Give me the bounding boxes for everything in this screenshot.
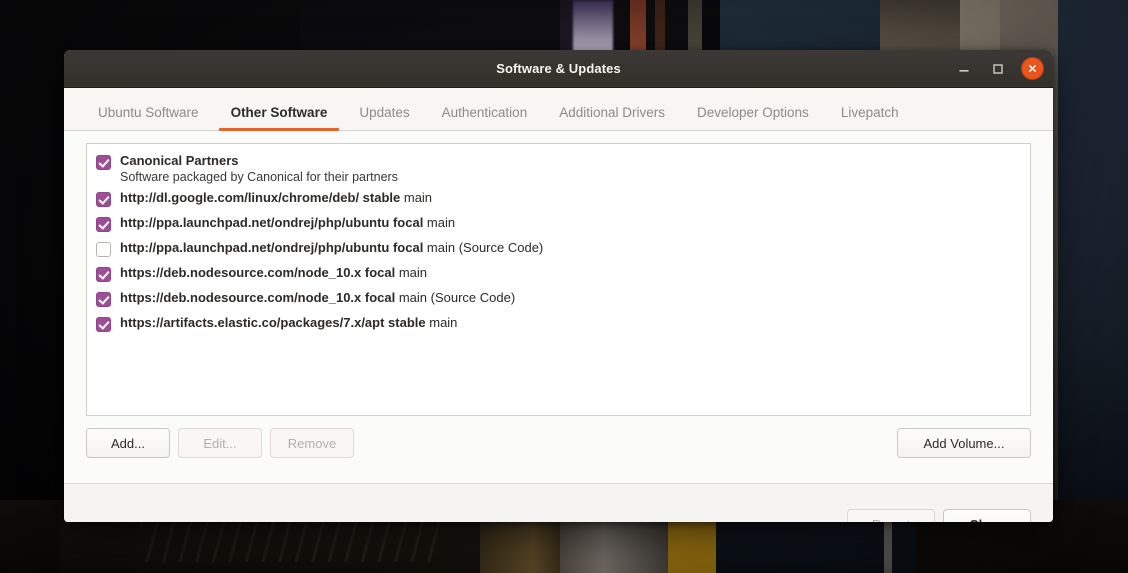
source-checkbox[interactable] — [96, 267, 111, 282]
tab-authentication[interactable]: Authentication — [426, 105, 544, 131]
source-description: Software packaged by Canonical for their… — [120, 170, 398, 184]
list-item[interactable]: http://dl.google.com/linux/chrome/deb/ s… — [87, 187, 1030, 212]
add-volume-button[interactable]: Add Volume... — [897, 428, 1031, 458]
close-button[interactable]: Close — [943, 509, 1031, 522]
dialog-footer: Revert Close — [64, 483, 1053, 522]
source-suffix: main (Source Code) — [395, 290, 516, 305]
tab-livepatch[interactable]: Livepatch — [825, 105, 915, 131]
source-uri: https://artifacts.elastic.co/packages/7.… — [120, 315, 426, 330]
revert-button[interactable]: Revert — [847, 509, 935, 522]
tab-ubuntu-software[interactable]: Ubuntu Software — [82, 105, 215, 131]
source-suffix: main (Source Code) — [423, 240, 544, 255]
list-item[interactable]: https://deb.nodesource.com/node_10.x foc… — [87, 262, 1030, 287]
source-checkbox[interactable] — [96, 192, 111, 207]
tab-updates[interactable]: Updates — [343, 105, 425, 131]
minimize-icon[interactable] — [953, 58, 975, 80]
list-item[interactable]: http://ppa.launchpad.net/ondrej/php/ubun… — [87, 212, 1030, 237]
source-suffix: main — [423, 215, 456, 230]
list-item[interactable]: https://artifacts.elastic.co/packages/7.… — [87, 312, 1030, 337]
list-item[interactable]: Canonical Partners Software packaged by … — [87, 149, 1030, 187]
list-item[interactable]: http://ppa.launchpad.net/ondrej/php/ubun… — [87, 237, 1030, 262]
source-suffix: main — [395, 265, 428, 280]
source-suffix: main — [400, 190, 433, 205]
remove-button[interactable]: Remove — [270, 428, 354, 458]
source-checkbox[interactable] — [96, 242, 111, 257]
source-checkbox[interactable] — [96, 155, 111, 170]
source-uri: https://deb.nodesource.com/node_10.x foc… — [120, 265, 396, 280]
source-checkbox[interactable] — [96, 292, 111, 307]
source-suffix: main — [425, 315, 458, 330]
tab-other-software[interactable]: Other Software — [215, 105, 344, 131]
list-item[interactable]: https://deb.nodesource.com/node_10.x foc… — [87, 287, 1030, 312]
source-actions-toolbar: Add... Edit... Remove Add Volume... — [86, 416, 1031, 458]
other-software-panel: Canonical Partners Software packaged by … — [64, 131, 1053, 483]
edit-button[interactable]: Edit... — [178, 428, 262, 458]
window-title: Software & Updates — [496, 61, 621, 76]
title-bar: Software & Updates — [64, 50, 1053, 88]
tab-developer-options[interactable]: Developer Options — [681, 105, 825, 131]
window-controls — [953, 50, 1044, 87]
add-button[interactable]: Add... — [86, 428, 170, 458]
source-uri: https://deb.nodesource.com/node_10.x foc… — [120, 290, 396, 305]
source-uri: http://ppa.launchpad.net/ondrej/php/ubun… — [120, 240, 424, 255]
software-sources-list[interactable]: Canonical Partners Software packaged by … — [86, 143, 1031, 416]
source-checkbox[interactable] — [96, 317, 111, 332]
tab-bar: Ubuntu Software Other Software Updates A… — [64, 88, 1053, 131]
source-uri: Canonical Partners — [120, 153, 239, 168]
source-checkbox[interactable] — [96, 217, 111, 232]
source-uri: http://dl.google.com/linux/chrome/deb/ s… — [120, 190, 401, 205]
tab-additional-drivers[interactable]: Additional Drivers — [543, 105, 681, 131]
maximize-icon[interactable] — [987, 58, 1009, 80]
source-uri: http://ppa.launchpad.net/ondrej/php/ubun… — [120, 215, 424, 230]
software-updates-dialog: Software & Updates Ubuntu Software Other… — [64, 50, 1053, 522]
close-icon[interactable] — [1021, 57, 1044, 80]
